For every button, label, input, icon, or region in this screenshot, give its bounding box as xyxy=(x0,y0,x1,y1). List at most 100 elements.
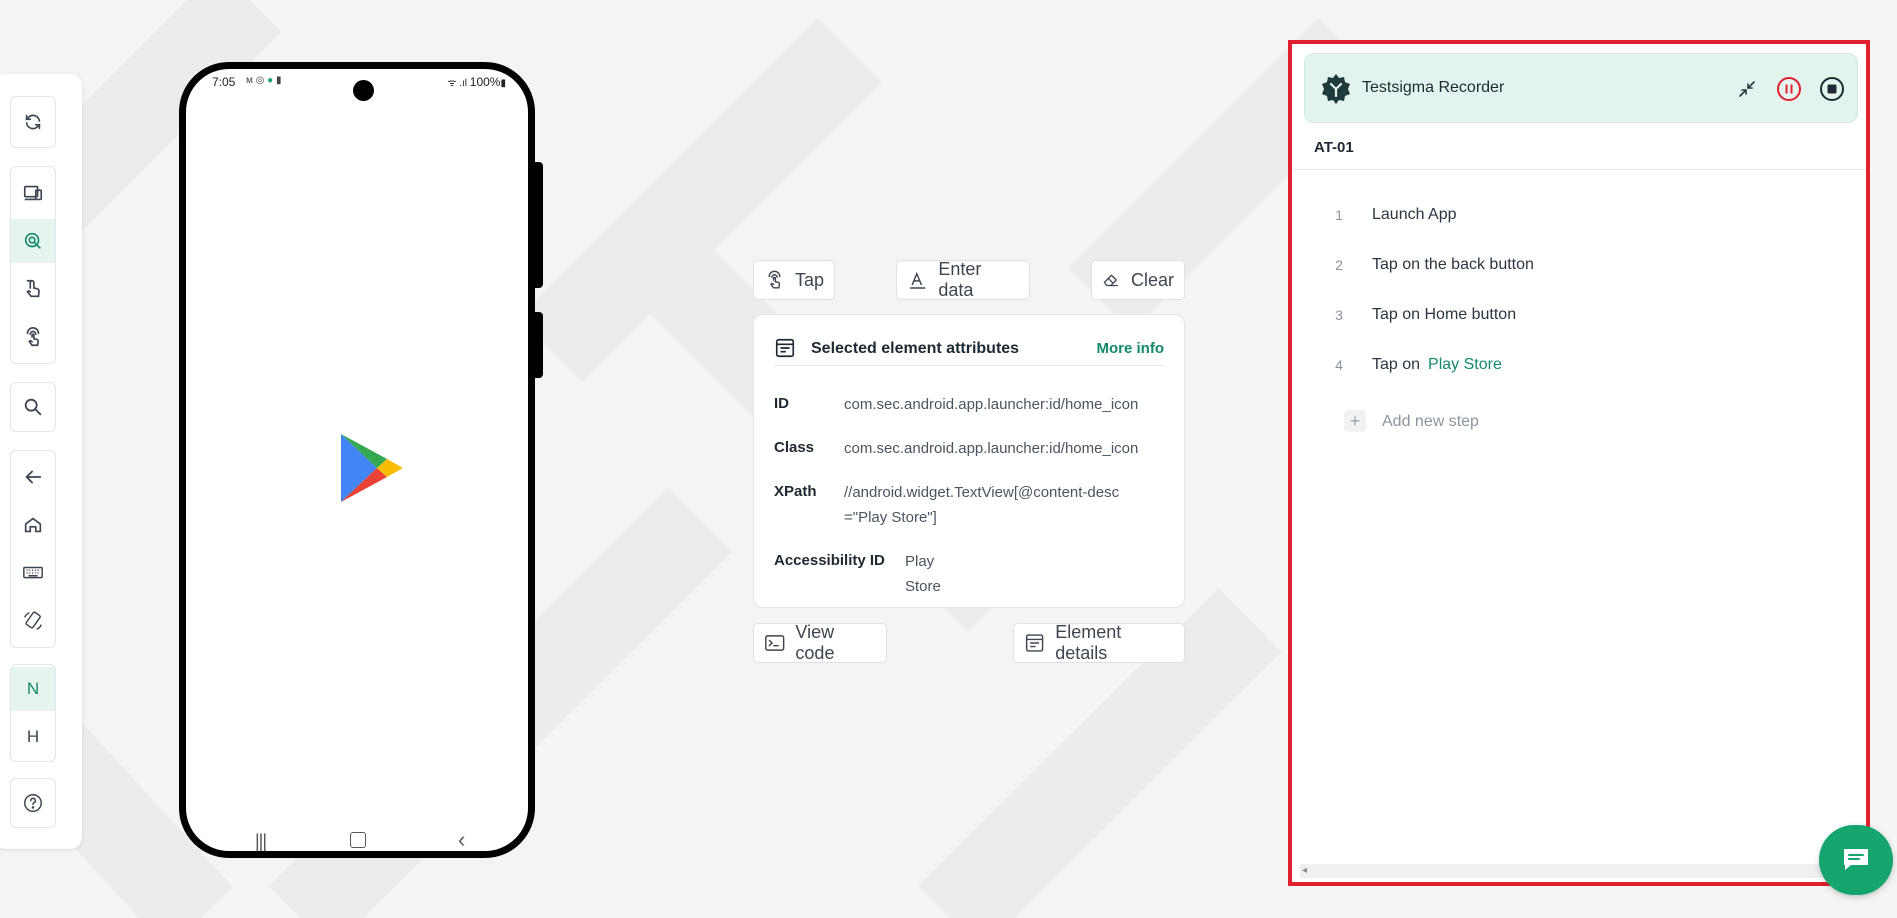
play-store-icon[interactable] xyxy=(339,432,405,504)
home-button[interactable] xyxy=(11,503,55,547)
element-attributes-panel: Selected element attributes More info ID… xyxy=(753,314,1185,608)
step-text: Tap on the back button xyxy=(1372,256,1534,273)
tap-action-button[interactable]: Tap xyxy=(753,260,835,300)
notification-icons: ᴍ ◎ ● ▮ xyxy=(246,75,282,86)
recents-icon[interactable]: ||| xyxy=(255,831,267,852)
tap-label: Tap xyxy=(794,269,824,290)
testsigma-recorder-panel: Testsigma Recorder AT-01 1 Launch App 2 … xyxy=(1288,40,1870,886)
testsigma-logo-icon xyxy=(1322,74,1350,104)
clear-label: Clear xyxy=(1130,269,1174,290)
toolbar-group-search xyxy=(10,382,56,432)
search-button[interactable] xyxy=(11,385,55,429)
recorder-header: Testsigma Recorder xyxy=(1304,53,1858,123)
mode-n-button[interactable]: N xyxy=(11,667,55,711)
touch-hand-icon xyxy=(26,279,40,298)
step-number: 2 xyxy=(1335,257,1343,273)
search-icon xyxy=(24,398,42,416)
status-right: ᯤ .ıl 100%▮ xyxy=(447,75,506,89)
devices-button[interactable] xyxy=(11,171,55,215)
test-case-name: AT-01 xyxy=(1314,139,1354,156)
terminal-icon xyxy=(765,635,785,651)
toolbar-group-modes xyxy=(10,166,56,364)
toolbar-group-navigation xyxy=(10,450,56,648)
enter-data-label: Enter data xyxy=(938,259,982,300)
battery-level: 100% xyxy=(469,75,501,89)
step-text-wrapper: Tap on Play Store xyxy=(1372,356,1502,374)
view-code-button[interactable]: View code xyxy=(753,622,887,663)
help-button[interactable] xyxy=(11,781,55,825)
step-text: Launch App xyxy=(1372,206,1457,223)
clear-button[interactable]: Clear xyxy=(1091,260,1185,300)
devices-icon xyxy=(23,185,43,201)
attributes-title: Selected element attributes xyxy=(811,340,1020,357)
more-info-link[interactable]: More info xyxy=(1097,340,1165,357)
details-icon xyxy=(775,338,795,358)
attr-value-continued: ="Play Store"] xyxy=(844,509,937,526)
arrow-left-icon xyxy=(25,470,42,484)
tap-gesture-icon xyxy=(26,327,40,347)
refresh-button[interactable] xyxy=(11,100,55,144)
attr-value: com.sec.android.app.launcher:id/home_ico… xyxy=(844,440,1139,457)
rotate-device-icon xyxy=(24,611,42,630)
tap-icon xyxy=(768,270,781,289)
nav-back-icon[interactable]: ‹ xyxy=(458,827,465,853)
step-number: 4 xyxy=(1335,357,1343,373)
attr-value: com.sec.android.app.launcher:id/home_ico… xyxy=(844,396,1139,413)
toolbar-group-sync xyxy=(10,96,56,148)
toolbar-group-modes-letters: N H xyxy=(10,664,56,762)
attr-key: XPath xyxy=(774,483,817,500)
pause-icon[interactable] xyxy=(1776,76,1802,102)
device-screen[interactable]: 7:05 ᴍ ◎ ● ▮ ᯤ .ıl 100%▮ ||| ‹ xyxy=(179,62,535,858)
mode-h-button[interactable]: H xyxy=(11,715,55,759)
phone-volume-button xyxy=(534,162,543,288)
back-button[interactable] xyxy=(11,455,55,499)
battery-icon: ▮ xyxy=(500,78,506,89)
recorder-divider xyxy=(1292,169,1866,170)
touch-button[interactable] xyxy=(11,267,55,311)
attr-value: //android.widget.TextView[@content-desc xyxy=(844,484,1120,501)
status-time: 7:05 xyxy=(212,75,236,89)
refresh-icon xyxy=(25,114,41,130)
attr-key: ID xyxy=(774,395,789,412)
home-icon xyxy=(24,517,42,533)
element-details-button[interactable]: Element details xyxy=(1013,622,1185,663)
front-camera xyxy=(353,80,374,101)
eraser-icon xyxy=(1103,274,1118,287)
details-icon xyxy=(1025,634,1044,652)
rotate-button[interactable] xyxy=(11,599,55,643)
keyboard-button[interactable] xyxy=(11,551,55,595)
attributes-header: Selected element attributes More info xyxy=(774,337,1164,366)
keyboard-icon xyxy=(23,566,43,579)
tap-gesture-button[interactable] xyxy=(11,315,55,359)
android-nav-bar: ||| ‹ xyxy=(186,827,528,853)
step-number: 3 xyxy=(1335,307,1343,323)
horizontal-scrollbar[interactable]: ◂ xyxy=(1300,864,1850,878)
attr-key: Accessibility ID xyxy=(774,552,885,569)
attr-key: Class xyxy=(774,439,815,456)
inspect-button[interactable] xyxy=(11,219,55,263)
chat-icon xyxy=(1844,849,1868,870)
scroll-left-arrow-icon[interactable]: ◂ xyxy=(1302,865,1307,876)
text-input-icon xyxy=(909,271,926,289)
element-details-label: Element details xyxy=(1055,622,1122,663)
step-text: Tap on Home button xyxy=(1372,306,1517,323)
view-code-label: View code xyxy=(795,622,835,663)
phone-power-button xyxy=(534,312,543,378)
device-toolbar: N H xyxy=(0,74,82,849)
step-number: 1 xyxy=(1335,207,1343,223)
enter-data-button[interactable]: Enter data xyxy=(896,259,1030,300)
chat-support-button[interactable] xyxy=(1819,825,1893,895)
minimize-icon[interactable] xyxy=(1734,76,1760,102)
step-element-highlight[interactable]: Play Store xyxy=(1428,356,1502,373)
signal-icon: ᯤ .ıl xyxy=(447,78,470,89)
nav-home-icon[interactable] xyxy=(350,832,366,848)
toolbar-group-help xyxy=(10,778,56,828)
inspect-cursor-icon xyxy=(24,232,41,249)
add-step-label: Add new step xyxy=(1382,413,1479,430)
help-icon xyxy=(24,794,42,812)
plus-icon: + xyxy=(1344,410,1366,432)
step-text: Tap on xyxy=(1372,356,1421,373)
stop-icon[interactable] xyxy=(1819,76,1845,102)
attr-value: Play Store xyxy=(905,553,941,595)
recorder-title: Testsigma Recorder xyxy=(1362,79,1505,96)
